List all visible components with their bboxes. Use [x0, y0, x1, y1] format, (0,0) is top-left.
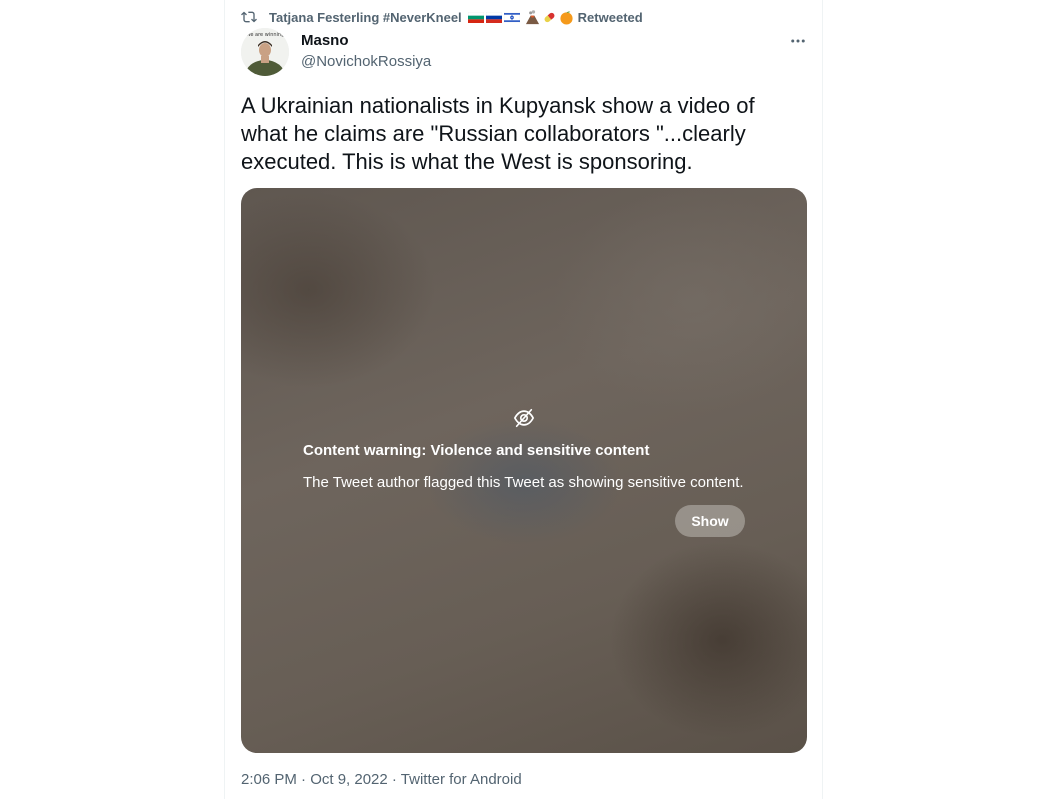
volcano-emoji-icon	[525, 9, 539, 24]
author-name[interactable]: Masno	[301, 32, 431, 50]
pill-emoji-icon	[544, 12, 555, 22]
more-options-icon	[791, 39, 805, 43]
content-warning-description: The Tweet author flagged this Tweet as s…	[303, 474, 744, 491]
show-button[interactable]: Show	[675, 505, 745, 537]
retweeted-label: Retweeted	[577, 9, 643, 25]
avatar-caption: We are winning	[246, 32, 285, 38]
retweet-icon	[241, 11, 257, 23]
orange-emoji-icon	[560, 10, 573, 25]
more-options-button[interactable]	[787, 30, 809, 52]
tweet-timestamp[interactable]: 2:06 PM · Oct 9, 2022 · Twitter for Andr…	[241, 771, 522, 788]
retweeter-name[interactable]: Tatjana Festerling #NeverKneel	[269, 10, 462, 25]
tweet-text: A Ukrainian nationalists in Kupyansk sho…	[241, 93, 755, 174]
bulgaria-flag-icon	[467, 11, 484, 23]
eye-slash-icon	[513, 408, 535, 428]
content-warning-title: Content warning: Violence and sensitive …	[303, 442, 650, 459]
israel-flag-icon	[503, 11, 520, 23]
russia-flag-icon	[485, 11, 502, 23]
author-handle[interactable]: @NovichokRossiya	[301, 52, 431, 72]
retweet-context[interactable]: Tatjana Festerling #NeverKneel Retweeted	[241, 7, 643, 27]
avatar-image: We are winning	[241, 28, 289, 76]
author-block[interactable]: Masno @NovichokRossiya	[301, 32, 431, 72]
avatar[interactable]: We are winning	[241, 28, 289, 76]
tweet-column: Tatjana Festerling #NeverKneel Retweeted…	[224, 0, 823, 799]
sensitive-media[interactable]: Content warning: Violence and sensitive …	[241, 188, 807, 753]
